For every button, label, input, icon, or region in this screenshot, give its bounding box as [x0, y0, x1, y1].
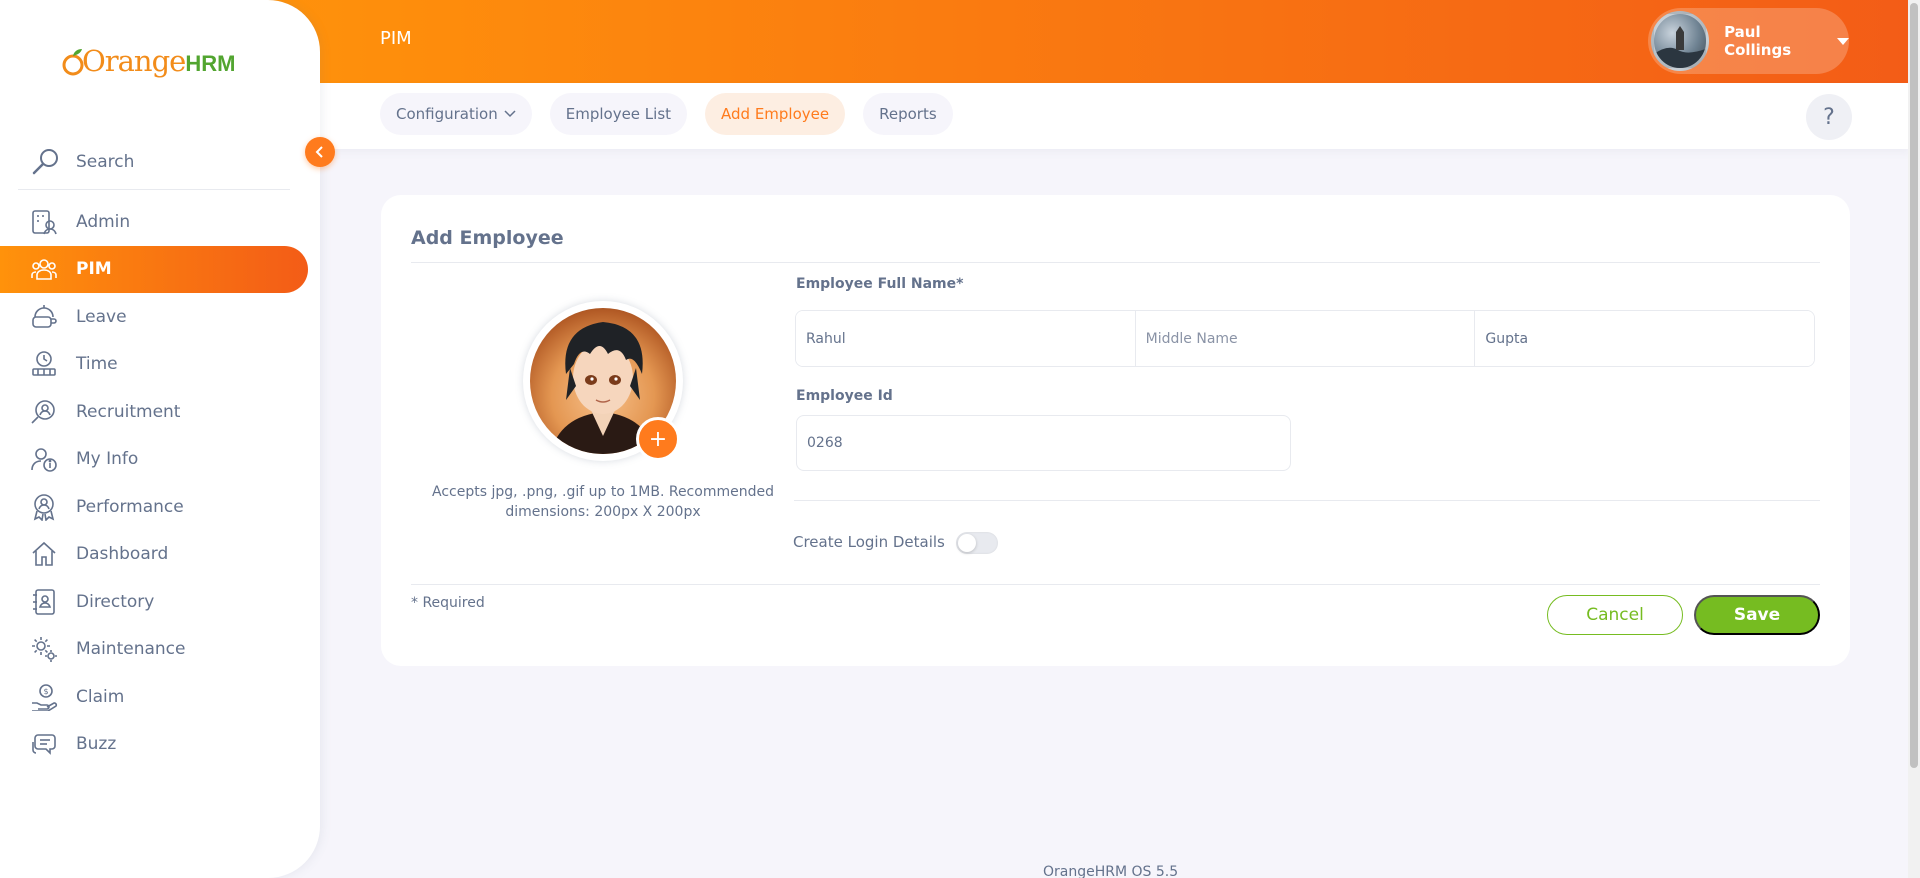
cancel-button[interactable]: Cancel: [1547, 595, 1683, 635]
module-title: PIM: [380, 28, 412, 49]
my-info-icon: [28, 443, 60, 475]
photo-hint: Accepts jpg, .png, .gif up to 1MB. Recom…: [432, 484, 774, 520]
sidebar-item-label: Maintenance: [76, 639, 186, 660]
sidebar-item-claim[interactable]: $ Claim: [0, 673, 320, 721]
create-login-label: Create Login Details: [793, 533, 945, 551]
maintenance-icon: [28, 633, 60, 665]
dashboard-icon: [28, 538, 60, 570]
pim-icon: [28, 253, 60, 285]
user-dropdown[interactable]: Paul Collings: [1648, 8, 1849, 74]
sidebar-item-leave[interactable]: Leave: [0, 293, 320, 341]
employee-id-label: Employee Id: [796, 388, 893, 404]
divider: [411, 584, 1820, 585]
sidebar-item-my-info[interactable]: My Info: [0, 436, 320, 484]
search-icon: [26, 142, 66, 182]
tab-label: Configuration: [396, 105, 498, 123]
sidebar-item-label: Buzz: [76, 734, 117, 755]
divider: [411, 262, 1820, 263]
main-menu: Admin PIM Leave Time Recruitment My Info…: [0, 198, 320, 768]
toggle-knob: [958, 534, 976, 552]
recruitment-icon: [28, 396, 60, 428]
sidebar-item-time[interactable]: Time: [0, 341, 320, 389]
leave-icon: [28, 301, 60, 333]
save-button[interactable]: Save: [1694, 595, 1820, 635]
sidebar-collapse-button[interactable]: [305, 137, 335, 167]
tab-add-employee[interactable]: Add Employee: [705, 93, 846, 135]
first-name-input[interactable]: [796, 311, 1136, 366]
sidebar-item-label: My Info: [76, 449, 139, 470]
sidebar-item-buzz[interactable]: Buzz: [0, 721, 320, 769]
search-label: Search: [76, 151, 135, 172]
sidebar-item-label: Dashboard: [76, 544, 169, 565]
claim-icon: $: [28, 681, 60, 713]
divider: [794, 500, 1820, 501]
sidebar-item-label: Directory: [76, 591, 155, 612]
user-name: Paul Collings: [1724, 23, 1792, 59]
sidebar-item-label: Recruitment: [76, 401, 181, 422]
sidebar-item-pim[interactable]: PIM: [0, 245, 308, 293]
chevron-down-icon: [504, 110, 516, 118]
tab-reports[interactable]: Reports: [863, 93, 953, 135]
sub-navigation: Configuration Employee List Add Employee…: [320, 83, 1910, 149]
full-name-group: [795, 310, 1815, 367]
top-header: PIM Paul Collings: [260, 0, 1920, 83]
svg-text:$: $: [44, 687, 49, 696]
sidebar-item-label: Time: [76, 354, 118, 375]
tab-label: Reports: [879, 105, 937, 123]
employee-id-input[interactable]: [796, 415, 1291, 471]
brand-name: OrangeHRM: [82, 44, 236, 78]
page-title: Add Employee: [411, 227, 564, 249]
full-name-label: Employee Full Name*: [796, 276, 964, 292]
tab-employee-list[interactable]: Employee List: [549, 93, 688, 135]
avatar: [1651, 11, 1710, 71]
chevron-left-icon: [315, 146, 323, 158]
sidebar-item-admin[interactable]: Admin: [0, 198, 320, 246]
help-icon: ?: [1823, 104, 1835, 130]
middle-name-input[interactable]: [1135, 311, 1476, 366]
sidebar-item-label: PIM: [76, 259, 112, 280]
add-employee-card: Add Employee + Accepts jpg, .png, .gif u…: [381, 195, 1850, 666]
time-icon: [28, 348, 60, 380]
page-scrollbar[interactable]: [1908, 0, 1920, 878]
sidebar-search[interactable]: Search: [18, 134, 290, 190]
help-button[interactable]: ?: [1806, 94, 1852, 140]
plus-icon: +: [648, 426, 668, 452]
performance-icon: [28, 491, 60, 523]
buzz-icon: [28, 728, 60, 760]
create-login-toggle[interactable]: [956, 532, 998, 554]
last-name-input[interactable]: [1475, 311, 1814, 366]
footer-version: OrangeHRM OS 5.5: [1043, 864, 1179, 878]
sidebar-item-label: Claim: [76, 686, 125, 707]
tab-label: Employee List: [565, 105, 672, 123]
admin-icon: [28, 206, 60, 238]
sidebar-item-recruitment[interactable]: Recruitment: [0, 388, 320, 436]
sidebar-item-label: Admin: [76, 211, 131, 232]
required-note: * Required: [411, 595, 485, 611]
sidebar-item-label: Performance: [76, 496, 184, 517]
sidebar-item-maintenance[interactable]: Maintenance: [0, 626, 320, 674]
sidebar-item-directory[interactable]: Directory: [0, 578, 320, 626]
scrollbar-thumb[interactable]: [1910, 3, 1918, 768]
add-photo-button[interactable]: +: [636, 417, 680, 461]
tab-configuration[interactable]: Configuration: [380, 93, 532, 135]
brand-logo[interactable]: OrangeHRM: [62, 38, 235, 84]
sidebar-item-label: Leave: [76, 306, 127, 327]
directory-icon: [28, 586, 60, 618]
tab-label: Add Employee: [721, 105, 830, 123]
sidebar-item-dashboard[interactable]: Dashboard: [0, 531, 320, 579]
tab-bar: Configuration Employee List Add Employee…: [380, 93, 953, 135]
sidebar: OrangeHRM Search Admin PIM Leave Time Re…: [0, 0, 320, 878]
orange-logo-icon: [62, 49, 84, 76]
caret-down-icon: [1837, 37, 1849, 45]
sidebar-item-performance[interactable]: Performance: [0, 483, 320, 531]
